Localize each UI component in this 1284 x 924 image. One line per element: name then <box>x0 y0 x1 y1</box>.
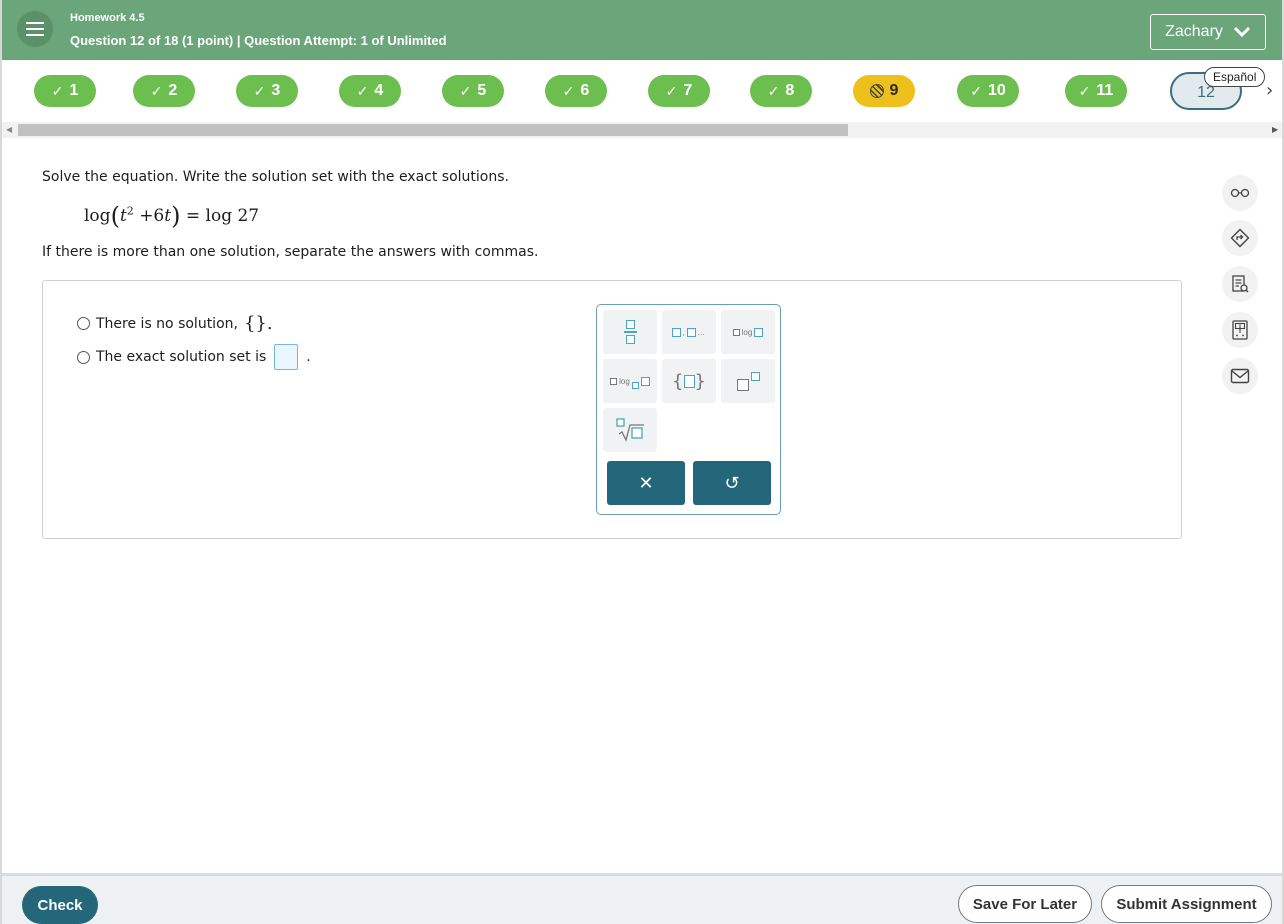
app-window: Homework 4.5 Question 12 of 18 (1 point)… <box>0 0 1284 924</box>
menu-icon <box>26 22 44 24</box>
question-pill-9[interactable]: 9 <box>853 75 915 107</box>
question-pill-3[interactable]: ✓ 3 <box>236 75 298 107</box>
log-base-key[interactable]: log <box>603 359 657 403</box>
set-braces-key[interactable]: {} <box>662 359 716 403</box>
partial-credit-icon <box>869 84 884 98</box>
check-icon: ✓ <box>150 82 163 99</box>
question-pill-4[interactable]: ✓ 4 <box>339 75 401 107</box>
save-for-later-button[interactable]: Save For Later <box>958 885 1092 923</box>
equation: log(t2 +6t) = log 27 <box>84 202 260 230</box>
fraction-key[interactable] <box>603 310 657 354</box>
textbook-tool[interactable] <box>1222 266 1258 302</box>
check-icon: ✓ <box>51 82 64 99</box>
question-nav: ✓ 1 ✓ 2 ✓ 3 ✓ 4 ✓ 5 ✓ 6 ✓ 7 ✓ 8 9 ✓ 10 ✓ 11 12 Esp… <box>2 60 1282 124</box>
language-toggle-button[interactable]: Español <box>1204 67 1266 87</box>
scroll-left-icon[interactable]: ◀ <box>6 125 12 134</box>
user-name: Zachary <box>1165 23 1223 40</box>
question-pill-6[interactable]: ✓ 6 <box>545 75 607 107</box>
question-pill-11[interactable]: ✓ 11 <box>1065 75 1127 107</box>
empty-set-symbol: {}. <box>243 313 273 334</box>
question-info: Question 12 of 18 (1 point) | Question A… <box>70 33 447 48</box>
check-icon: ✓ <box>459 82 472 99</box>
assignment-header: Homework 4.5 Question 12 of 18 (1 point)… <box>2 0 1282 60</box>
submit-assignment-button[interactable]: Submit Assignment <box>1101 885 1272 923</box>
nth-root-icon <box>616 418 644 442</box>
directions-icon <box>1230 228 1250 248</box>
option-solution-set[interactable]: The exact solution set is . <box>77 344 311 370</box>
check-icon: ✓ <box>356 82 369 99</box>
glasses-icon <box>1230 188 1250 198</box>
math-palette: ,... log log {} ✕ ↺ <box>596 304 781 515</box>
check-icon: ✓ <box>1078 82 1091 99</box>
question-instruction: If there is more than one solution, sepa… <box>42 244 539 260</box>
option-no-solution[interactable]: There is no solution, {}. <box>77 313 273 334</box>
question-pill-5[interactable]: ✓ 5 <box>442 75 504 107</box>
mail-icon <box>1230 368 1250 384</box>
homework-title: Homework 4.5 <box>70 12 145 24</box>
scroll-right-icon[interactable]: ▶ <box>1272 125 1278 134</box>
list-icon <box>671 327 681 337</box>
menu-button[interactable] <box>17 11 53 47</box>
document-search-icon <box>1232 275 1249 293</box>
check-icon: ✓ <box>562 82 575 99</box>
chevron-down-icon <box>1233 26 1250 38</box>
calculator-tool[interactable] <box>1222 312 1258 348</box>
footer-bar: Check Save For Later Submit Assignment <box>2 873 1282 924</box>
log-icon <box>732 328 740 336</box>
log-key[interactable]: log <box>721 310 775 354</box>
nth-root-key[interactable] <box>603 408 657 452</box>
check-icon: ✓ <box>970 82 982 99</box>
fraction-icon <box>623 320 637 344</box>
radio-no-solution[interactable] <box>77 317 90 330</box>
check-icon: ✓ <box>253 82 266 99</box>
question-pill-7[interactable]: ✓ 7 <box>648 75 710 107</box>
check-button[interactable]: Check <box>22 886 98 924</box>
undo-button[interactable]: ↺ <box>693 461 771 505</box>
calculator-icon <box>1232 320 1248 340</box>
set-braces-icon: { <box>672 370 684 392</box>
radio-solution-set[interactable] <box>77 350 90 364</box>
check-icon: ✓ <box>767 82 780 99</box>
question-prompt: Solve the equation. Write the solution s… <box>42 169 509 185</box>
message-tool[interactable] <box>1222 358 1258 394</box>
exponent-icon <box>736 379 749 391</box>
check-icon: ✓ <box>665 82 678 99</box>
scrollbar-thumb[interactable] <box>18 124 848 136</box>
clear-button[interactable]: ✕ <box>607 461 685 505</box>
exponent-key[interactable] <box>721 359 775 403</box>
log-base-icon <box>610 377 618 385</box>
question-pill-10[interactable]: ✓ 10 <box>957 75 1019 107</box>
answer-input[interactable] <box>274 344 299 370</box>
list-key[interactable]: ,... <box>662 310 716 354</box>
reading-glasses-tool[interactable] <box>1222 175 1258 211</box>
question-pill-1[interactable]: ✓ 1 <box>34 75 96 107</box>
nav-scrollbar[interactable]: ◀ ▶ <box>2 122 1282 138</box>
question-pill-8[interactable]: ✓ 8 <box>750 75 812 107</box>
navigate-tool[interactable] <box>1222 220 1258 256</box>
chevron-right-icon[interactable]: › <box>1266 80 1273 101</box>
question-pill-2[interactable]: ✓ 2 <box>133 75 195 107</box>
user-menu-button[interactable]: Zachary <box>1150 14 1266 50</box>
